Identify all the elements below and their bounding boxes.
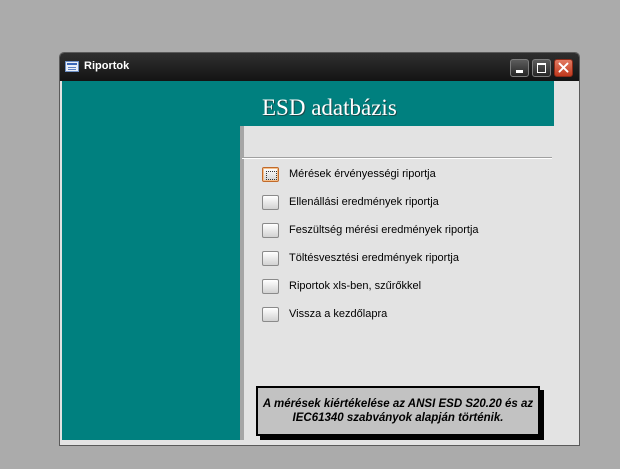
- menu-item-charge-decay-report[interactable]: Töltésvesztési eredmények riportja: [262, 249, 522, 269]
- menu-item-label: Mérések érvényességi riportja: [289, 168, 436, 180]
- menu-item-resistance-report[interactable]: Ellenállási eredmények riportja: [262, 193, 522, 213]
- menu-item-label: Töltésvesztési eredmények riportja: [289, 252, 459, 264]
- header-divider: [242, 157, 552, 159]
- menu-button[interactable]: [262, 195, 279, 210]
- menu-button[interactable]: [262, 223, 279, 238]
- right-margin: [554, 81, 579, 445]
- close-icon: [558, 62, 569, 73]
- left-panel: [62, 126, 240, 440]
- menu-button[interactable]: [262, 251, 279, 266]
- menu-button[interactable]: [262, 307, 279, 322]
- menu-item-label: Riportok xls-ben, szűrőkkel: [289, 280, 422, 292]
- maximize-button[interactable]: [532, 59, 551, 77]
- panel-divider: [240, 126, 244, 440]
- page-title: ESD adatbázis: [262, 95, 397, 120]
- menu-item-back-home[interactable]: Vissza a kezdőlapra: [262, 305, 522, 325]
- menu-item-label: Feszültség mérési eredmények riportja: [289, 224, 479, 236]
- title-bar[interactable]: Riportok: [60, 53, 579, 81]
- menu-item-validity-report[interactable]: Mérések érvényességi riportja: [262, 165, 522, 185]
- menu-item-label: Vissza a kezdőlapra: [289, 308, 388, 320]
- window-title: Riportok: [84, 60, 130, 72]
- menu-button[interactable]: [262, 167, 279, 182]
- menu-button[interactable]: [262, 279, 279, 294]
- menu-item-voltage-report[interactable]: Feszültség mérési eredmények riportja: [262, 221, 522, 241]
- form-icon: [65, 61, 79, 72]
- menu-item-label: Ellenállási eredmények riportja: [289, 196, 439, 208]
- standards-note-text: A mérések kiértékelése az ANSI ESD S20.2…: [262, 398, 534, 424]
- close-button[interactable]: [554, 59, 573, 77]
- menu-item-xls-reports[interactable]: Riportok xls-ben, szűrőkkel: [262, 277, 522, 297]
- standards-note: A mérések kiértékelése az ANSI ESD S20.2…: [256, 386, 540, 436]
- minimize-button[interactable]: [510, 59, 529, 77]
- riportok-window: Riportok ESD adatbázis Mérések érvényess…: [59, 52, 580, 446]
